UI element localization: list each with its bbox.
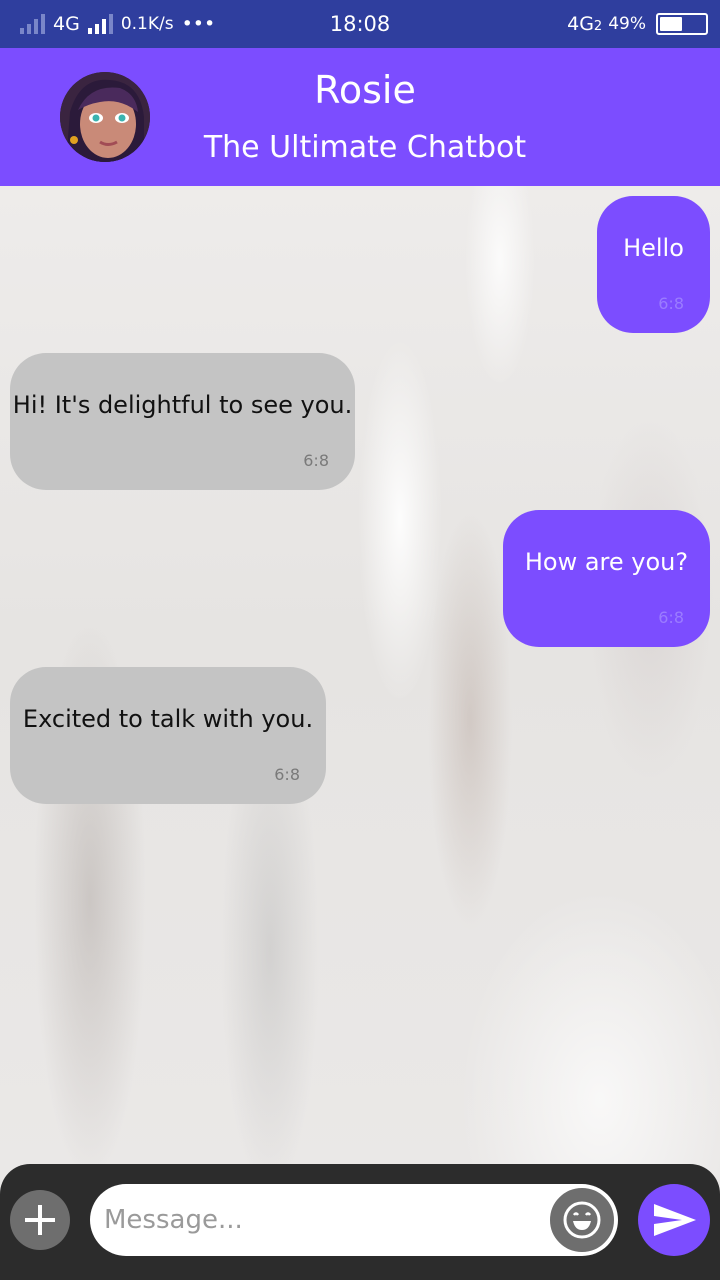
battery-icon: [656, 13, 708, 35]
battery-percent: 49%: [608, 14, 646, 34]
sim-index: 2: [593, 19, 603, 34]
message-bubble-incoming[interactable]: Excited to talk with you. 6:8: [10, 667, 326, 804]
send-icon: [654, 1204, 696, 1236]
message-input[interactable]: [90, 1184, 618, 1256]
smiley-icon: [563, 1201, 601, 1239]
chat-header: Rosie The Ultimate Chatbot: [0, 48, 720, 186]
message-text: Hello: [623, 234, 684, 262]
message-text: How are you?: [524, 548, 689, 576]
chat-title: Rosie: [314, 68, 416, 112]
send-button[interactable]: [638, 1184, 710, 1256]
battery-fill: [660, 17, 682, 31]
add-button[interactable]: [10, 1190, 70, 1250]
message-time: 6:8: [274, 765, 300, 784]
status-right: 4G2 49%: [567, 0, 708, 48]
message-time: 6:8: [658, 608, 684, 627]
message-text: Excited to talk with you.: [22, 705, 314, 733]
message-bubble-outgoing[interactable]: Hello 6:8: [597, 196, 710, 333]
message-bubble-outgoing[interactable]: How are you? 6:8: [503, 510, 710, 647]
plus-icon: [25, 1205, 55, 1235]
status-bar: 4G 0.1K/s ••• 18:08 4G2 49%: [0, 0, 720, 48]
emoji-button[interactable]: [548, 1186, 616, 1254]
input-bar: [0, 1164, 720, 1280]
network-type-2: 4G2: [567, 13, 603, 35]
message-time: 6:8: [658, 294, 684, 313]
message-bubble-incoming[interactable]: Hi! It's delightful to see you. 6:8: [10, 353, 355, 490]
message-text: Hi! It's delightful to see you.: [12, 391, 353, 419]
chat-subtitle: The Ultimate Chatbot: [203, 130, 527, 165]
message-time: 6:8: [303, 451, 329, 470]
